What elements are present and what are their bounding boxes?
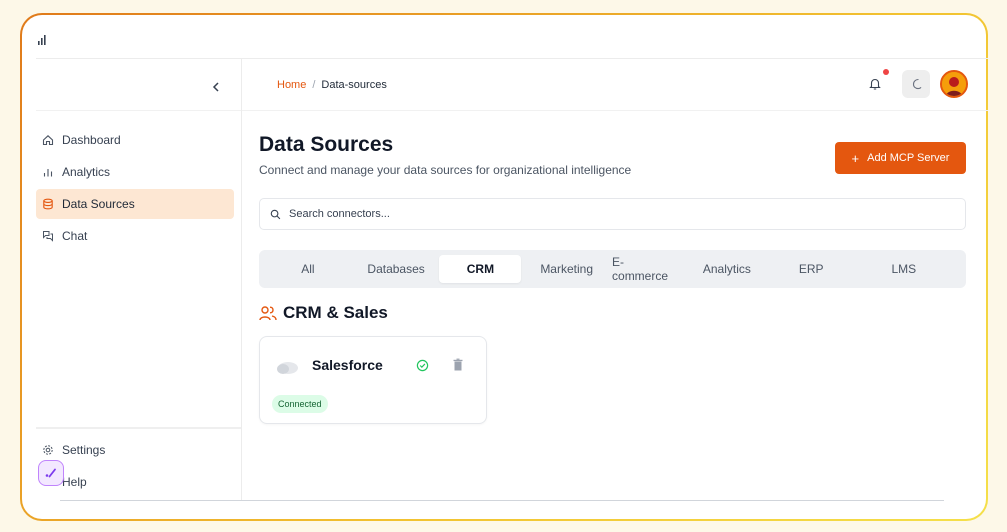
users-icon <box>259 306 277 321</box>
notification-dot <box>883 69 889 75</box>
search-input[interactable] <box>289 208 889 220</box>
sidebar-item-label: Settings <box>62 443 106 457</box>
assistant-fab-button[interactable] <box>38 460 64 486</box>
add-mcp-server-label: Add MCP Server <box>867 152 950 164</box>
chevron-left-icon <box>212 82 219 92</box>
bottom-divider <box>60 500 944 501</box>
sidebar-item-label: Dashboard <box>62 133 121 147</box>
trash-icon[interactable] <box>452 358 464 372</box>
search-bar <box>259 198 966 230</box>
bar-chart-icon <box>42 166 54 178</box>
tab-e-commerce[interactable]: E-commerce <box>612 255 677 283</box>
sidebar-item-label: Data Sources <box>62 197 135 211</box>
tab-erp[interactable]: ERP <box>777 255 846 283</box>
sidebar-bottom-nav: Settings Help <box>36 435 234 499</box>
notifications-button[interactable] <box>868 77 884 93</box>
page-title: Data Sources <box>259 133 394 156</box>
connector-card[interactable]: Salesforce Connected <box>259 336 487 424</box>
breadcrumb-separator: / <box>312 79 316 91</box>
tab-marketing[interactable]: Marketing <box>521 255 612 283</box>
sidebar-item-data-sources[interactable]: Data Sources <box>36 189 234 219</box>
sidebar-item-help[interactable]: Help <box>36 467 234 497</box>
sidebar-item-label: Analytics <box>62 165 111 179</box>
tab-crm[interactable]: CRM <box>439 255 522 283</box>
theme-toggle-button[interactable] <box>902 70 930 98</box>
database-icon <box>42 198 54 210</box>
section-heading: CRM & Sales <box>259 303 388 323</box>
user-avatar[interactable] <box>940 70 968 98</box>
breadcrumb-home-link[interactable]: Home <box>277 79 306 91</box>
header-divider <box>242 110 988 111</box>
sidebar-item-label: Chat <box>62 229 88 243</box>
page-subtitle: Connect and manage your data sources for… <box>259 163 632 177</box>
sidebar-item-analytics[interactable]: Analytics <box>36 157 234 187</box>
breadcrumb-current: Data-sources <box>321 79 387 91</box>
home-icon <box>42 134 54 146</box>
category-tabs: All Databases CRM Marketing E-commerce A… <box>259 250 966 288</box>
bell-icon <box>869 78 881 90</box>
tab-all[interactable]: All <box>263 255 353 283</box>
help-icon <box>45 468 56 478</box>
sidebar-item-chat[interactable]: Chat <box>36 221 234 251</box>
avatar-image <box>942 72 966 96</box>
tab-databases[interactable]: Databases <box>353 255 440 283</box>
section-title: CRM & Sales <box>283 303 388 322</box>
gear-icon <box>42 444 54 456</box>
moon-icon <box>912 78 922 90</box>
cloud-icon <box>277 362 298 374</box>
topbar-divider <box>36 58 988 59</box>
sidebar-item-label: Help <box>62 475 87 489</box>
breadcrumb: Home / Data-sources <box>277 79 387 91</box>
status-badge: Connected <box>272 395 328 413</box>
sidebar-separator <box>241 59 242 501</box>
add-mcp-server-button[interactable]: + Add MCP Server <box>835 142 966 174</box>
tab-analytics[interactable]: Analytics <box>677 255 777 283</box>
sidebar-nav: Dashboard Analytics Data Sources Chat <box>36 125 234 253</box>
connector-name: Salesforce <box>312 357 383 373</box>
tab-lms[interactable]: LMS <box>846 255 962 283</box>
chat-icon <box>42 230 54 242</box>
plus-icon: + <box>851 150 860 166</box>
search-icon <box>270 209 281 219</box>
sidebar-divider <box>36 110 242 111</box>
collapse-sidebar-button[interactable] <box>212 80 220 94</box>
sidebar-item-dashboard[interactable]: Dashboard <box>36 125 234 155</box>
check-circle-icon[interactable] <box>416 359 429 372</box>
logo-icon <box>38 35 46 45</box>
app-logo <box>36 33 48 51</box>
sidebar-item-settings[interactable]: Settings <box>36 435 234 465</box>
sidebar-bottom-divider <box>36 427 242 429</box>
